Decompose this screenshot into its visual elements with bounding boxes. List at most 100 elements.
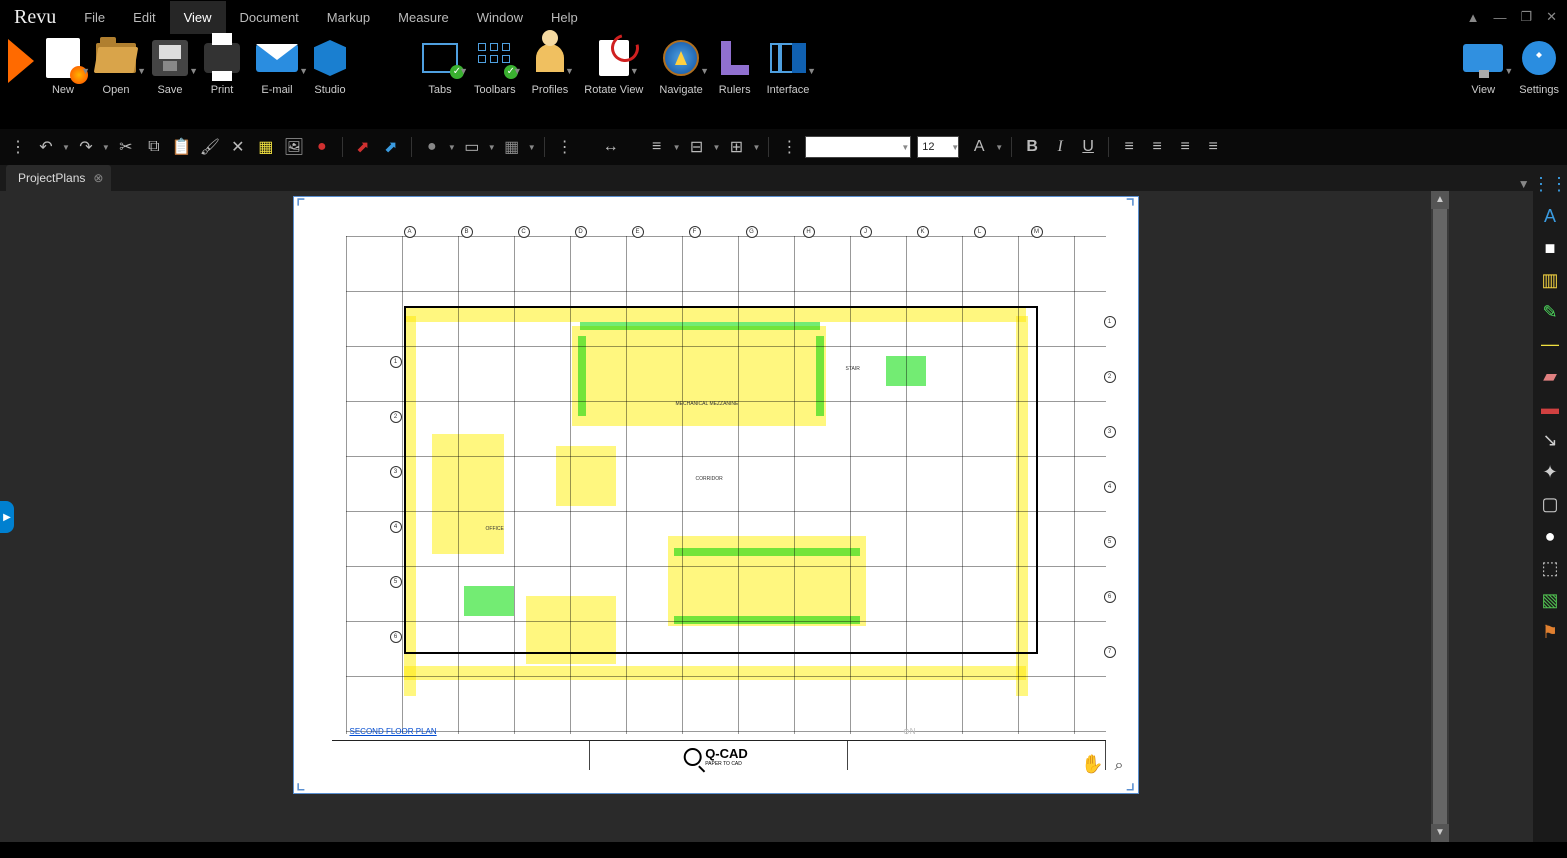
- distribute-button-2[interactable]: ⊞: [724, 135, 748, 159]
- profiles-button[interactable]: ▼Profiles: [524, 38, 577, 124]
- format-painter-button[interactable]: 🖌: [198, 135, 222, 159]
- sticky-note-icon[interactable]: ▥: [1536, 267, 1564, 293]
- tabs-button[interactable]: ▼Tabs: [414, 38, 466, 124]
- menu-bar: Revu File Edit View Document Markup Meas…: [0, 0, 1567, 34]
- cut-button[interactable]: ✂: [114, 135, 138, 159]
- scroll-up-icon[interactable]: ▲: [1431, 191, 1449, 209]
- align-center-button[interactable]: ≡: [1145, 135, 1169, 159]
- dropdown-icon[interactable]: ▼: [81, 66, 90, 76]
- grid-bubble: 2: [390, 411, 402, 423]
- dropdown-icon[interactable]: ▼: [565, 66, 574, 76]
- workspace: ▶ ◀ ⌜ ⌝ ⌞ ⌟ A B C D E F G H J K L M 1 2 …: [0, 191, 1567, 842]
- note-tool-icon[interactable]: ■: [1536, 235, 1564, 261]
- grid-bubble: H: [803, 226, 815, 238]
- align-right-button[interactable]: ≡: [1173, 135, 1197, 159]
- revu-menu-button[interactable]: [0, 38, 38, 124]
- highlight-color-button[interactable]: ▦: [254, 135, 278, 159]
- linestyle-button[interactable]: ▭: [460, 135, 484, 159]
- document-tab[interactable]: ProjectPlans ⊗: [6, 165, 111, 191]
- dropdown-icon[interactable]: ▼: [137, 66, 146, 76]
- open-button[interactable]: ▼Open: [88, 38, 144, 124]
- menu-edit[interactable]: Edit: [119, 1, 169, 34]
- align-button-1[interactable]: ≡: [645, 135, 669, 159]
- align-left-button[interactable]: ≡: [1117, 135, 1141, 159]
- menu-measure[interactable]: Measure: [384, 1, 463, 34]
- line-tool-icon[interactable]: ▬: [1536, 395, 1564, 421]
- polyline-tool-icon[interactable]: ✦: [1536, 459, 1564, 485]
- dropdown-icon[interactable]: ▼: [807, 66, 816, 76]
- minimize-button[interactable]: —: [1493, 10, 1506, 25]
- undo-button[interactable]: ↶: [34, 135, 58, 159]
- navigate-button[interactable]: ▼Navigate: [651, 38, 710, 124]
- stamp-button[interactable]: ●: [310, 135, 334, 159]
- dropdown-icon[interactable]: ▼: [1504, 66, 1513, 76]
- hatch-button[interactable]: ▦: [500, 135, 524, 159]
- image-tool-icon[interactable]: ▧: [1536, 587, 1564, 613]
- dropdown-icon[interactable]: ▼: [459, 66, 468, 76]
- print-button[interactable]: Print: [196, 38, 248, 124]
- italic-button[interactable]: I: [1048, 135, 1072, 159]
- text-color-button[interactable]: A: [967, 135, 991, 159]
- arrow-tool-icon[interactable]: ↘: [1536, 427, 1564, 453]
- fill-color-button[interactable]: ●: [420, 135, 444, 159]
- settings-button[interactable]: Settings: [1511, 38, 1567, 124]
- underline-button[interactable]: U: [1076, 135, 1100, 159]
- copy-button[interactable]: ⧉: [142, 135, 166, 159]
- pen-tool-icon[interactable]: ✎: [1536, 299, 1564, 325]
- restore-button[interactable]: ❐: [1520, 9, 1532, 25]
- scroll-thumb[interactable]: [1433, 209, 1447, 824]
- hyperlink-blue-button[interactable]: ⬈: [379, 135, 403, 159]
- close-button[interactable]: ✕: [1546, 9, 1557, 25]
- menu-document[interactable]: Document: [226, 1, 313, 34]
- highlighter-icon[interactable]: —: [1536, 331, 1564, 357]
- bold-button[interactable]: B: [1020, 135, 1044, 159]
- grip-icon[interactable]: ⋮⋮: [1536, 171, 1564, 197]
- menu-view[interactable]: View: [170, 1, 226, 34]
- interface-button[interactable]: ▼Interface: [759, 38, 818, 124]
- save-button[interactable]: ▼Save: [144, 38, 196, 124]
- hyperlink-red-button[interactable]: ⬈: [351, 135, 375, 159]
- distribute-button-1[interactable]: ⊟: [685, 135, 709, 159]
- menu-window[interactable]: Window: [463, 1, 537, 34]
- polygon-tool-icon[interactable]: ⬚: [1536, 555, 1564, 581]
- dropdown-icon[interactable]: ▼: [513, 66, 522, 76]
- document-page[interactable]: ⌜ ⌝ ⌞ ⌟ A B C D E F G H J K L M 1 2 3 4 …: [294, 197, 1138, 793]
- redo-button[interactable]: ↷: [74, 135, 98, 159]
- menu-help[interactable]: Help: [537, 1, 592, 34]
- dimension-button[interactable]: ↔: [581, 135, 641, 159]
- grip-icon[interactable]: ⋮: [553, 135, 577, 159]
- left-panel-flyout[interactable]: ▶: [0, 501, 14, 533]
- text-tool-icon[interactable]: A: [1536, 203, 1564, 229]
- view-mode-button[interactable]: ▼View: [1455, 38, 1511, 124]
- scroll-down-icon[interactable]: ▼: [1431, 824, 1449, 842]
- dropdown-icon[interactable]: ▼: [189, 66, 198, 76]
- paste-button[interactable]: 📋: [170, 135, 194, 159]
- grip-icon[interactable]: ⋮: [777, 135, 801, 159]
- delete-button[interactable]: ✕: [226, 135, 250, 159]
- rulers-button[interactable]: Rulers: [711, 38, 759, 124]
- dropdown-icon[interactable]: ▼: [700, 66, 709, 76]
- dropdown-icon[interactable]: ▼: [299, 66, 308, 76]
- flag-tool-icon[interactable]: ⚑: [1536, 619, 1564, 645]
- align-justify-button[interactable]: ≡: [1201, 135, 1225, 159]
- toolbars-button[interactable]: ▼Toolbars: [466, 38, 524, 124]
- font-family-input[interactable]: [805, 136, 911, 158]
- email-button[interactable]: ▼E-mail: [248, 38, 306, 124]
- rectangle-tool-icon[interactable]: ▢: [1536, 491, 1564, 517]
- grip-icon[interactable]: ⋮: [6, 135, 30, 159]
- new-button[interactable]: ▼New: [38, 38, 88, 124]
- vertical-scrollbar[interactable]: ▲ ▼: [1431, 191, 1449, 842]
- caret-up-icon[interactable]: ▲: [1467, 10, 1480, 25]
- menu-file[interactable]: File: [70, 1, 119, 34]
- rotate-view-button[interactable]: ▼Rotate View: [576, 38, 651, 124]
- menu-markup[interactable]: Markup: [313, 1, 384, 34]
- ellipse-tool-icon[interactable]: ●: [1536, 523, 1564, 549]
- dropdown-icon[interactable]: ▼: [630, 66, 639, 76]
- grid-bubble: 4: [1104, 481, 1116, 493]
- eraser-icon[interactable]: ▰: [1536, 363, 1564, 389]
- tab-menu-icon[interactable]: ▼: [1518, 177, 1530, 191]
- studio-button[interactable]: Studio: [306, 38, 354, 124]
- ribbon: ▼New ▼Open ▼Save Print ▼E-mail Studio ▼T…: [0, 34, 1567, 129]
- image-button[interactable]: 🖼: [282, 135, 306, 159]
- close-tab-icon[interactable]: ⊗: [93, 171, 103, 185]
